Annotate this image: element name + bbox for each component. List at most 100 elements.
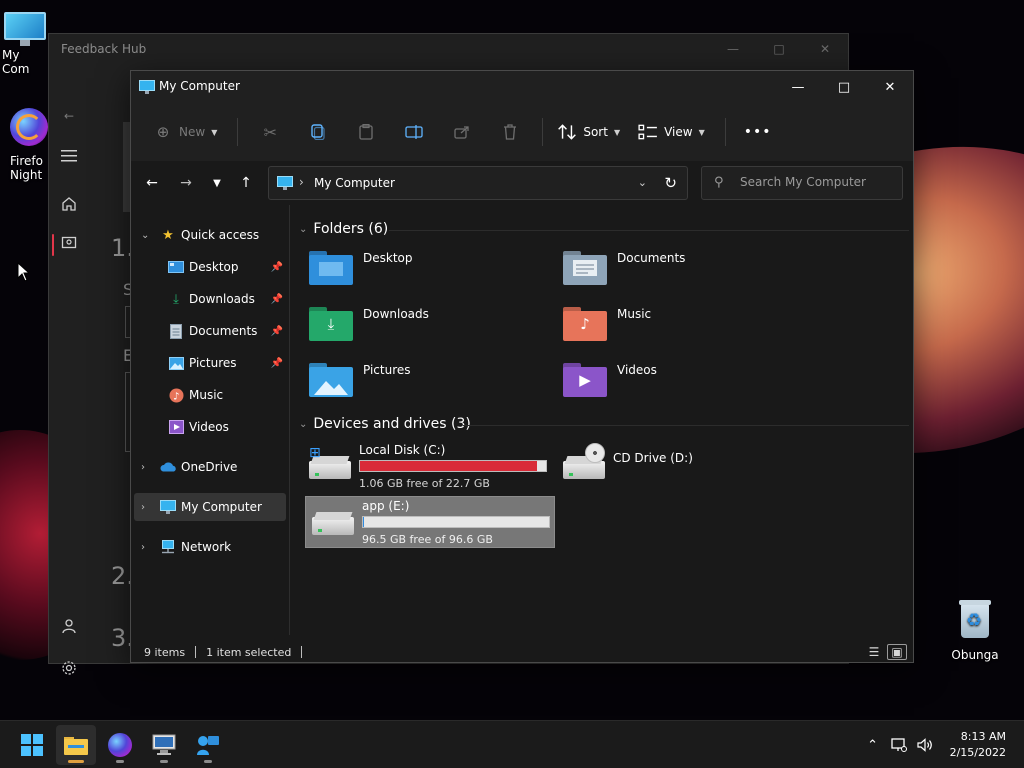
folders-group-header[interactable]: ⌄ Folders (6) [299, 221, 388, 237]
chevron-up-icon[interactable]: ⌃ [860, 738, 886, 753]
back-button[interactable]: ← [141, 173, 163, 193]
drives-group-header[interactable]: ⌄ Devices and drives (3) [299, 416, 471, 432]
sort-button[interactable]: Sort ▼ [551, 116, 626, 148]
nav-item-pictures[interactable]: Pictures 📌 [131, 349, 289, 377]
chevron-right-icon[interactable]: › [141, 462, 145, 473]
nav-item-network[interactable]: › Network [131, 533, 289, 561]
start-button[interactable] [12, 725, 52, 765]
home-icon[interactable] [57, 192, 81, 216]
back-arrow-icon[interactable]: ← [57, 104, 81, 128]
feedback-icon[interactable] [57, 232, 81, 256]
close-button[interactable]: ✕ [867, 71, 913, 103]
chevron-down-icon[interactable]: ⌄ [141, 230, 149, 241]
maximize-button[interactable]: □ [756, 34, 802, 64]
forward-button[interactable]: → [175, 173, 197, 193]
selection-count: 1 item selected [206, 645, 292, 659]
file-explorer-icon [64, 737, 88, 755]
hamburger-menu-icon[interactable] [57, 144, 81, 168]
pane-splitter[interactable] [289, 205, 290, 635]
delete-button[interactable] [486, 116, 534, 148]
nav-item-label: Documents [189, 324, 258, 338]
rename-button[interactable] [390, 116, 438, 148]
nav-item-music[interactable]: ♪ Music [131, 381, 289, 409]
more-options-button[interactable]: ••• [734, 116, 782, 148]
close-button[interactable]: ✕ [802, 34, 848, 64]
desktop-icon-label: Firefo [10, 154, 43, 168]
nav-item-downloads[interactable]: ⤓ Downloads 📌 [131, 285, 289, 313]
folder-tile-music[interactable]: ♪ Music [555, 301, 805, 351]
downloads-folder-icon: ⤓ [309, 307, 353, 341]
view-button[interactable]: View ▼ [632, 116, 711, 148]
drive-tile-e[interactable]: app (E:) 96.5 GB free of 96.6 GB [305, 496, 555, 548]
search-input[interactable] [740, 175, 890, 189]
taskbar-file-explorer[interactable] [56, 725, 96, 765]
chevron-right-icon[interactable]: › [141, 502, 145, 513]
toolbar-separator [724, 118, 726, 146]
volume-icon[interactable] [912, 738, 938, 752]
minimize-button[interactable]: — [710, 34, 756, 64]
computer-icon [4, 12, 46, 46]
nav-quick-access[interactable]: ⌄ ★ Quick access [131, 221, 289, 249]
settings-gear-icon[interactable] [57, 656, 81, 680]
address-dropdown-icon[interactable]: ⌄ [638, 176, 647, 189]
nav-item-desktop[interactable]: Desktop 📌 [131, 253, 289, 281]
desktop-icon-firefox-nightly[interactable]: Firefo Night [10, 108, 48, 182]
network-status-icon[interactable] [886, 738, 912, 752]
nav-item-label: Quick access [181, 228, 260, 242]
folder-tile-pictures[interactable]: Pictures [301, 357, 551, 407]
recent-locations-button[interactable]: ▼ [206, 173, 228, 193]
nav-item-videos[interactable]: Videos [131, 413, 289, 441]
rename-icon [405, 125, 423, 139]
nav-item-my-computer[interactable]: › My Computer [134, 493, 286, 521]
search-icon: ⚲ [714, 175, 724, 190]
nav-item-label: Desktop [189, 260, 239, 274]
copy-button[interactable] [294, 116, 342, 148]
firefox-nightly-icon [108, 733, 132, 757]
nav-item-documents[interactable]: Documents 📌 [131, 317, 289, 345]
windows-logo-icon [21, 734, 43, 756]
scissors-icon: ✂ [263, 122, 278, 142]
more-dots-icon: ••• [743, 124, 772, 140]
group-title: Folders (6) [313, 221, 389, 237]
details-view-icon[interactable]: ☰ [864, 644, 884, 660]
title-bar[interactable]: My Computer — □ ✕ [131, 71, 913, 103]
status-bar: 9 items 1 item selected ☰ ▣ [131, 641, 913, 663]
folder-tile-downloads[interactable]: ⤓ Downloads [301, 301, 551, 351]
computer-icon [139, 80, 155, 94]
refresh-icon[interactable]: ↻ [664, 174, 677, 192]
new-button[interactable]: ⊕ New ▼ [147, 116, 223, 148]
minimize-button[interactable]: — [775, 71, 821, 103]
person-icon[interactable] [57, 614, 81, 638]
breadcrumb-location[interactable]: My Computer [314, 176, 395, 190]
hard-drive-icon [312, 509, 356, 535]
up-button[interactable]: ↑ [235, 173, 257, 193]
folder-tile-videos[interactable]: ▶ Videos [555, 357, 805, 407]
clock[interactable]: 8:13 AM 2/15/2022 [938, 729, 1024, 761]
folder-tile-documents[interactable]: Documents [555, 245, 805, 295]
address-bar[interactable]: › My Computer ⌄ ↻ [268, 166, 688, 200]
nav-item-onedrive[interactable]: › OneDrive [131, 453, 289, 481]
folder-label: Desktop [363, 251, 413, 265]
desktop-icon-my-computer[interactable]: My Com [2, 12, 48, 76]
firefox-nightly-icon [10, 108, 48, 146]
cut-button[interactable]: ✂ [246, 116, 294, 148]
command-bar: ⊕ New ▼ ✂ Sort ▼ View ▼ ••• [131, 103, 913, 161]
folder-tile-desktop[interactable]: Desktop [301, 245, 551, 295]
large-icons-view-icon[interactable]: ▣ [887, 644, 907, 660]
taskbar-remote-desktop[interactable] [144, 725, 184, 765]
file-explorer-window[interactable]: My Computer — □ ✕ ⊕ New ▼ ✂ Sort ▼ View … [130, 70, 914, 663]
videos-folder-icon: ▶ [563, 363, 607, 397]
paste-button[interactable] [342, 116, 390, 148]
maximize-button[interactable]: □ [821, 71, 867, 103]
drive-tile-d[interactable]: CD Drive (D:) [557, 441, 807, 493]
share-button[interactable] [438, 116, 486, 148]
desktop-icon-recycle-bin[interactable]: ♻ Obunga [940, 598, 1010, 662]
chevron-right-icon[interactable]: › [141, 542, 145, 553]
taskbar-feedback-hub[interactable] [188, 725, 228, 765]
drive-tile-c[interactable]: ⊞ Local Disk (C:) 1.06 GB free of 22.7 G… [303, 441, 553, 493]
recycle-bin-icon: ♻ [957, 598, 993, 640]
mouse-cursor-icon [17, 262, 29, 282]
window-title: My Computer [159, 79, 240, 93]
search-box[interactable]: ⚲ [701, 166, 903, 200]
taskbar-firefox-nightly[interactable] [100, 725, 140, 765]
